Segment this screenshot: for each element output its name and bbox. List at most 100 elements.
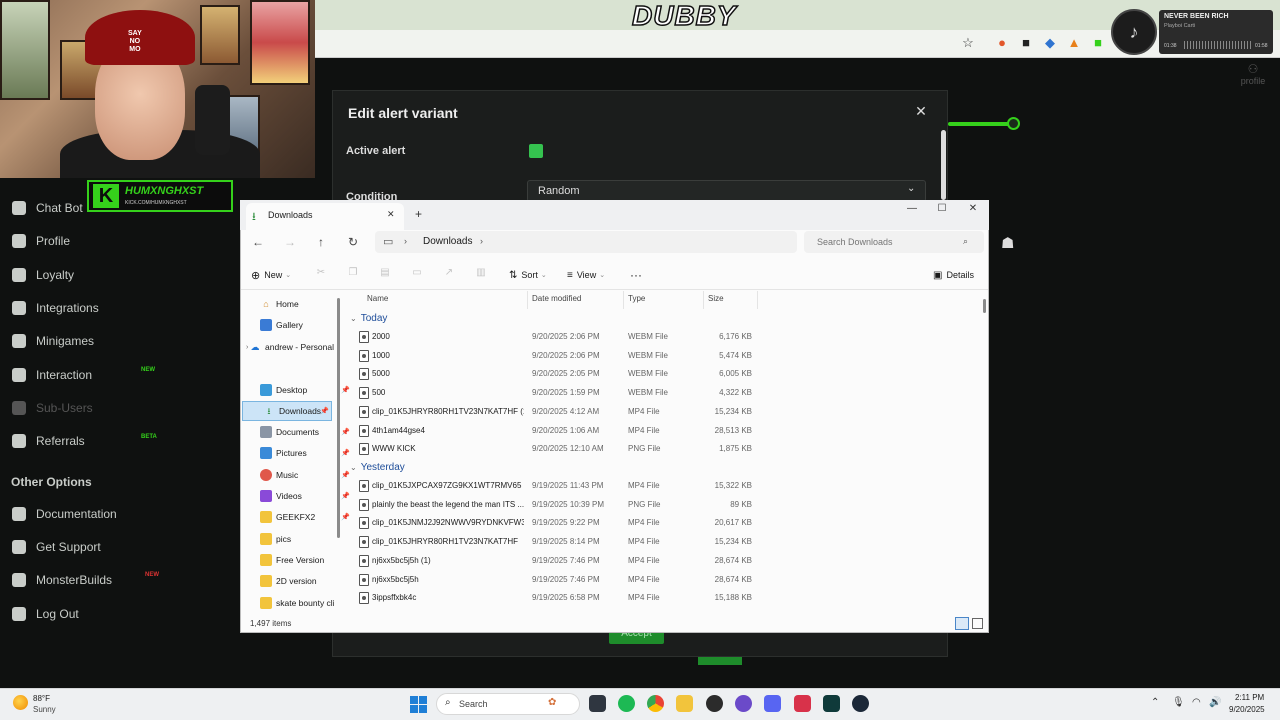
wifi-icon[interactable]: ◠ xyxy=(1192,697,1201,708)
sidebar-item-get-support[interactable]: Get Support xyxy=(12,537,101,557)
weather-condition[interactable]: Sunny xyxy=(33,705,56,714)
app-icon[interactable] xyxy=(735,695,752,712)
bookmark-star-icon[interactable]: ☆ xyxy=(961,36,975,50)
extension-icon[interactable]: ● xyxy=(995,36,1009,50)
task-view-icon[interactable] xyxy=(589,695,606,712)
back-icon[interactable]: ← xyxy=(250,235,266,249)
extension-icon[interactable]: ■ xyxy=(1019,36,1033,50)
file-row[interactable]: clip_01K5JNMJ2J92NWWV9RYDNKVFW3 9/19/2025… xyxy=(355,514,755,532)
metamask-icon[interactable]: ▲ xyxy=(1067,36,1081,50)
file-row[interactable]: 4th1am44gse4 9/20/2025 1:06 AM MP4 File 28,… xyxy=(355,422,755,440)
cut-icon[interactable]: ✂ xyxy=(314,267,328,281)
sidebar-item-interaction[interactable]: Interaction xyxy=(12,365,92,385)
file-row[interactable]: nj6xx5bc5j5h 9/19/2025 7:46 PM MP4 File 28,… xyxy=(355,571,755,589)
new-tab-icon[interactable]: + xyxy=(415,207,422,221)
kick-extension-icon[interactable]: ■ xyxy=(1091,36,1105,50)
maximize-icon[interactable]: ☐ xyxy=(932,203,952,217)
profile-icon[interactable]: ⚇ profile xyxy=(1238,62,1268,88)
weather-sun-icon[interactable] xyxy=(13,695,28,710)
windows-start-icon[interactable] xyxy=(410,696,427,713)
sidebar-item-chat-bot[interactable]: Chat Bot xyxy=(12,198,83,218)
file-row[interactable]: WWW KICK 9/20/2025 12:10 AM PNG File 1,875 … xyxy=(355,440,755,458)
details-view-icon[interactable] xyxy=(955,617,969,630)
file-row[interactable]: clip_01K5JHRYR80RH1TV23N7KAT7HF (1) 9/20/… xyxy=(355,403,755,421)
close-window-icon[interactable]: ✕ xyxy=(963,203,983,217)
file-row[interactable]: 1000 9/20/2025 2:06 PM WEBM File 5,474 KB xyxy=(355,347,755,365)
sidebar-item-referrals[interactable]: Referrals xyxy=(12,431,85,451)
nav-item-2d-version[interactable]: 2D version xyxy=(260,571,352,591)
file-row[interactable]: 5000 9/20/2025 2:05 PM WEBM File 6,005 KB xyxy=(355,365,755,383)
rename-icon[interactable]: ▭ xyxy=(410,267,424,281)
volume-slider-handle[interactable] xyxy=(1007,117,1020,130)
obs-icon[interactable] xyxy=(706,695,723,712)
file-list-scrollbar[interactable] xyxy=(983,299,986,313)
sidebar-item-profile[interactable]: Profile xyxy=(12,231,70,251)
clock-date[interactable]: 9/20/2025 xyxy=(1229,705,1265,714)
condition-select[interactable] xyxy=(527,180,926,202)
modal-scrollbar[interactable] xyxy=(941,130,946,200)
chevron-up-icon[interactable]: ⌃ xyxy=(1151,697,1159,708)
tiles-view-icon[interactable] xyxy=(972,618,983,629)
share-icon[interactable]: ↗ xyxy=(442,267,456,281)
volume-icon[interactable]: 🔊 xyxy=(1209,697,1221,708)
spotify-icon[interactable] xyxy=(618,695,635,712)
file-explorer-icon[interactable] xyxy=(676,695,693,712)
view-button[interactable]: ≡ View ⌄ xyxy=(567,268,605,282)
file-row[interactable]: nj6xx5bc5j5h (1) 9/19/2025 7:46 PM MP4 Fil… xyxy=(355,552,755,570)
column-divider[interactable] xyxy=(703,291,704,309)
column-header-type[interactable]: Type xyxy=(628,294,645,303)
chrome-icon[interactable] xyxy=(647,695,664,712)
details-button[interactable]: ▣ Details xyxy=(933,268,974,282)
nav-pane-scrollbar[interactable] xyxy=(337,298,340,538)
column-header-size[interactable]: Size xyxy=(708,294,724,303)
copy-icon[interactable]: ❐ xyxy=(346,267,360,281)
sidebar-item-loyalty[interactable]: Loyalty xyxy=(12,265,74,285)
refresh-icon[interactable]: ↻ xyxy=(345,235,361,249)
sidebar-item-sub-users[interactable]: Sub-Users xyxy=(12,398,93,418)
delete-icon[interactable]: ▥ xyxy=(474,267,488,281)
file-row[interactable]: 500 9/20/2025 1:59 PM WEBM File 4,322 KB xyxy=(355,384,755,402)
nav-item-free-version[interactable]: Free Version xyxy=(260,550,352,570)
volume-slider-track[interactable] xyxy=(948,122,1013,126)
steam-icon[interactable] xyxy=(852,695,869,712)
close-icon[interactable]: ✕ xyxy=(914,103,928,119)
more-options-icon[interactable]: ··· xyxy=(630,268,642,282)
sort-button[interactable]: ⇅ Sort ⌄ xyxy=(509,268,547,282)
weather-temperature[interactable]: 88°F xyxy=(33,694,50,703)
search-input[interactable] xyxy=(804,231,984,253)
sidebar-item-integrations[interactable]: Integrations xyxy=(12,298,99,318)
forward-icon[interactable]: → xyxy=(282,235,298,249)
microphone-icon[interactable]: 🎙 xyxy=(1172,697,1185,708)
nav-item-skate-bounty-clips[interactable]: skate bounty clips xyxy=(260,593,334,613)
discord-icon[interactable] xyxy=(764,695,781,712)
file-row[interactable]: 3ippsffxbk4c 9/19/2025 6:58 PM MP4 File 15,… xyxy=(355,589,755,607)
nav-item-downloads[interactable]: ⭳ Downloads 📌 xyxy=(242,401,332,421)
column-divider[interactable] xyxy=(757,291,758,309)
taskbar-search[interactable] xyxy=(436,693,580,715)
chevron-right-icon[interactable]: › xyxy=(480,236,483,246)
sidebar-item-monsterbuilds[interactable]: MonsterBuilds xyxy=(12,570,112,590)
minimize-icon[interactable]: — xyxy=(902,203,922,217)
sidebar-item-log-out[interactable]: Log Out xyxy=(12,604,79,624)
tab-close-icon[interactable]: ✕ xyxy=(387,209,395,220)
extension-icon[interactable]: ◆ xyxy=(1043,36,1057,50)
new-button[interactable]: ⊕ New ⌄ xyxy=(251,268,291,282)
file-row[interactable]: plainly the beast the legend the man ITS… xyxy=(355,496,755,514)
file-row[interactable]: 2000 9/20/2025 2:06 PM WEBM File 6,176 KB xyxy=(355,328,755,346)
group-header-yesterday[interactable]: ⌄ Yesterday xyxy=(350,462,405,473)
column-header-name[interactable]: Name xyxy=(367,294,388,303)
file-row[interactable]: clip_01K5JHRYR80RH1TV23N7KAT7HF 9/19/2025… xyxy=(355,533,755,551)
column-divider[interactable] xyxy=(527,291,528,309)
paste-icon[interactable]: ▤ xyxy=(378,267,392,281)
sidebar-item-minigames[interactable]: Minigames xyxy=(12,331,94,351)
group-header-today[interactable]: ⌄ Today xyxy=(350,313,387,324)
file-row[interactable]: clip_01K5JXPCAX97ZG9KX1WT7RMV65 9/19/2025… xyxy=(355,477,755,495)
terminal-icon[interactable] xyxy=(823,695,840,712)
active-alert-checkbox[interactable] xyxy=(529,144,543,158)
breadcrumb-downloads[interactable]: Downloads xyxy=(423,236,472,247)
column-header-date[interactable]: Date modified xyxy=(532,294,581,303)
column-divider[interactable] xyxy=(623,291,624,309)
ghost-icon[interactable]: ☗ xyxy=(1001,234,1019,252)
nav-item-onedrive[interactable]: › ☁ andrew - Personal xyxy=(246,337,334,357)
clock-time[interactable]: 2:11 PM xyxy=(1235,693,1264,702)
